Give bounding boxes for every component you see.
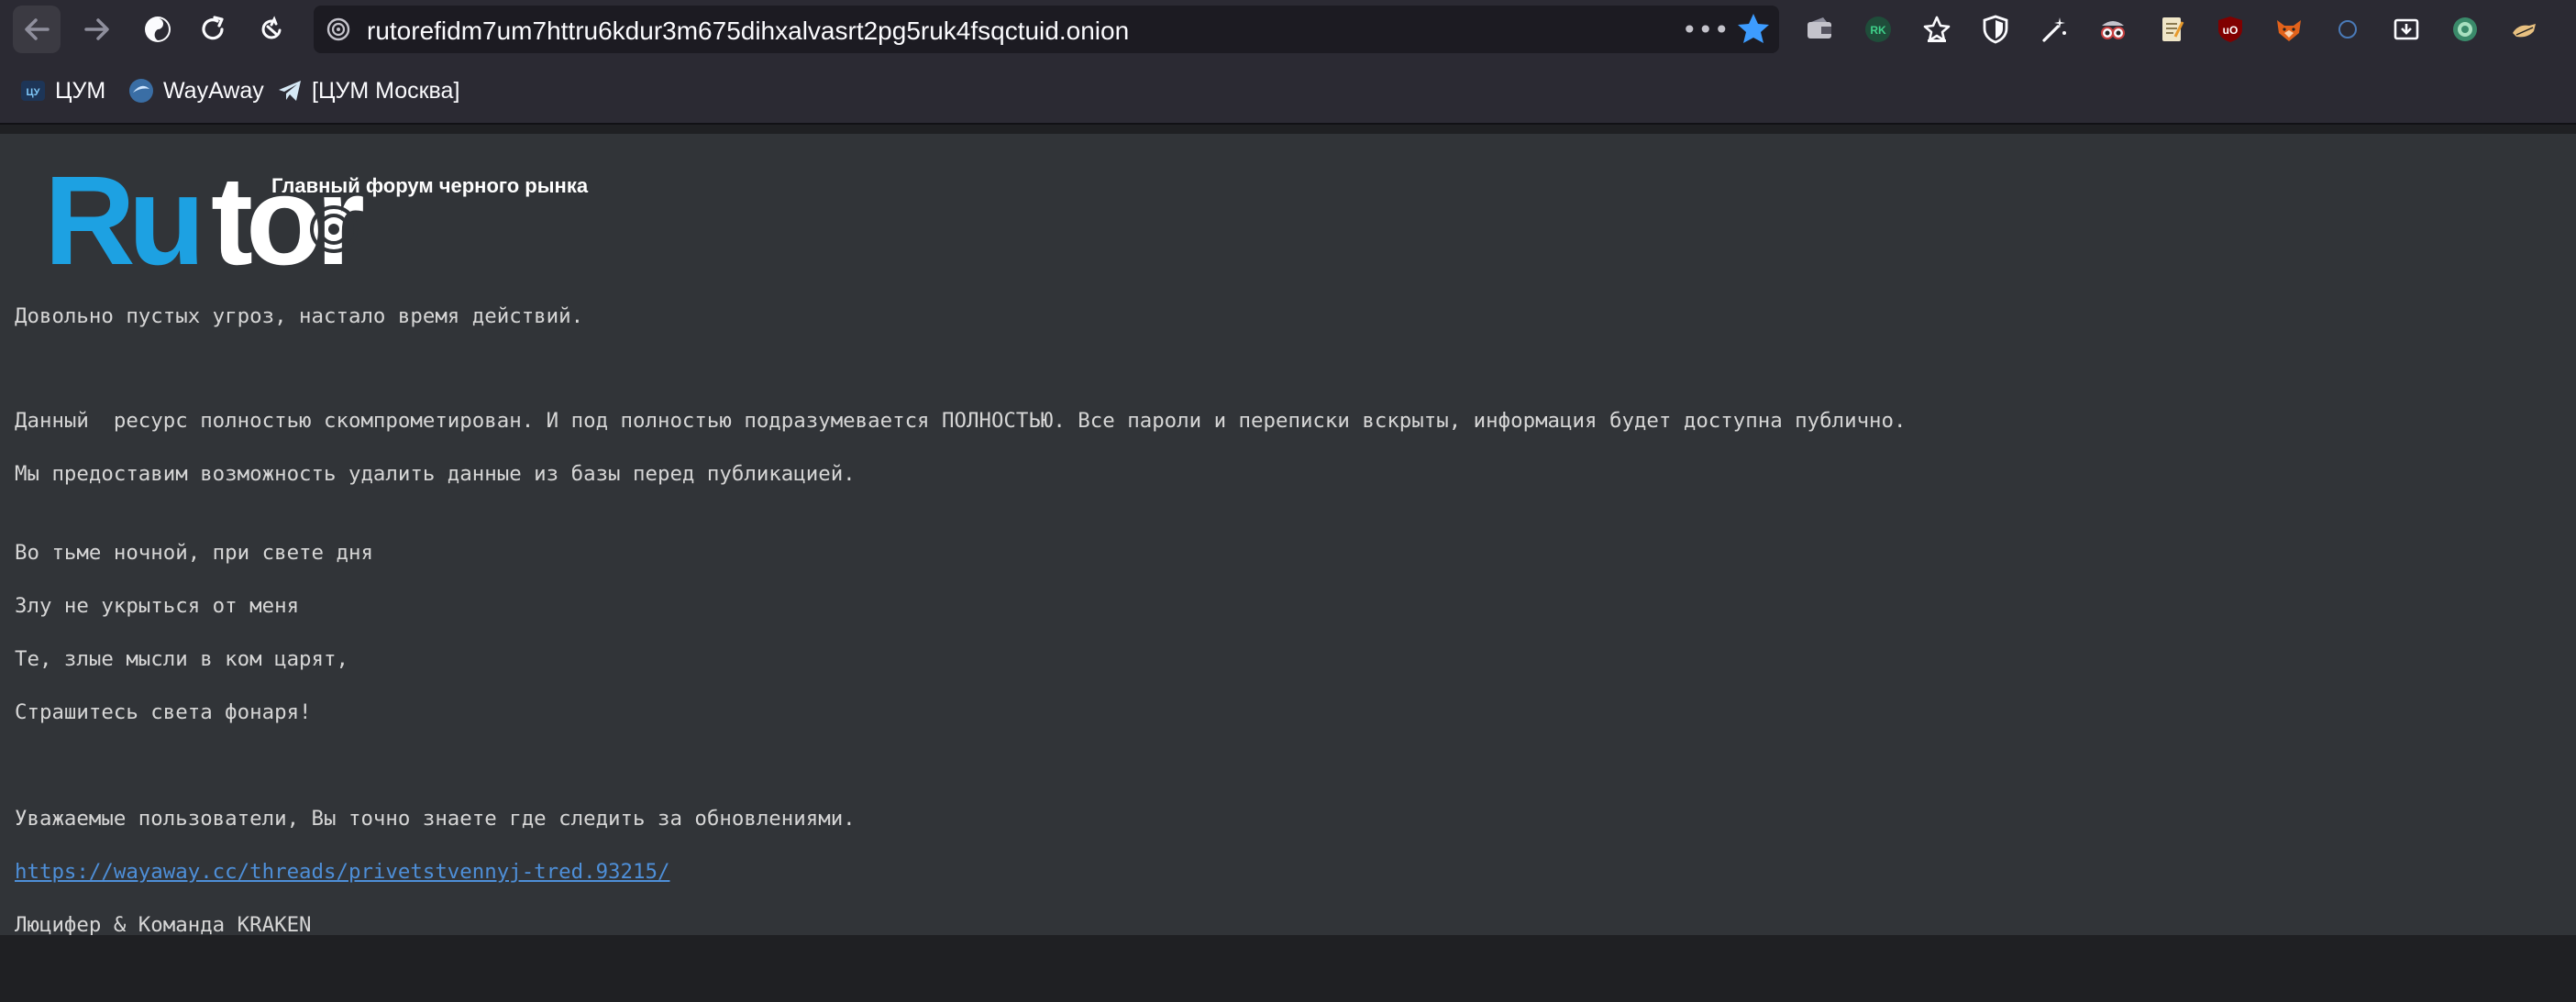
svg-text:uO: uO — [2223, 24, 2239, 37]
bookmark-label: ЦУМ — [55, 77, 106, 104]
wayaway-favicon-icon — [129, 79, 153, 103]
onion-site-icon — [326, 17, 350, 41]
note-icon[interactable] — [2155, 13, 2188, 46]
page-content: Главный форум черного рынка Ru tor Довол… — [0, 134, 2576, 937]
forward-button[interactable] — [73, 6, 121, 53]
shield-icon[interactable] — [1979, 13, 2012, 46]
bookmark-wayaway[interactable]: WayAway — [128, 75, 264, 106]
bookmark-label: WayAway — [163, 77, 264, 104]
poem-line-1: Во тьме ночной, при свете дня — [15, 541, 373, 565]
wallet-icon[interactable] — [1803, 13, 1836, 46]
back-button[interactable] — [13, 6, 61, 53]
bookmark-star-icon[interactable] — [1920, 13, 1953, 46]
arrow-right-icon — [84, 18, 109, 40]
spy-glasses-icon[interactable] — [2096, 13, 2129, 46]
url-text[interactable]: rutorefidm7um7httru6kdur3m675dihxalvasrt… — [367, 17, 1129, 46]
svg-text:ЦУ: ЦУ — [27, 87, 40, 98]
fox-icon[interactable] — [2272, 13, 2305, 46]
download-box-icon[interactable] — [2390, 13, 2423, 46]
hand-icon[interactable] — [2507, 13, 2540, 46]
poem-line-3: Те, злые мысли в ком царят, — [15, 647, 348, 671]
bookmark-tsum-moscow[interactable]: [ЦУМ Москва] — [277, 75, 459, 106]
svg-text:RK: RK — [1870, 24, 1886, 37]
reload-icon — [202, 16, 224, 40]
new-identity-button[interactable] — [248, 6, 295, 53]
headline-text: Довольно пустых угроз, настало время дей… — [15, 304, 584, 328]
poem-line-4: Страшитесь света фонаря! — [15, 700, 312, 724]
tsum-favicon-icon: ЦУ — [21, 81, 45, 101]
compromise-notice-text: Данный ресурс полностью скомпрометирован… — [15, 409, 1907, 433]
rutor-logo: Главный форум черного рынка Ru tor — [44, 154, 589, 268]
logo-target-icon — [310, 205, 358, 253]
page-bottom-area — [0, 935, 2576, 1002]
globe-icon[interactable] — [2449, 13, 2482, 46]
magic-wand-icon[interactable] — [2038, 13, 2071, 46]
bookmark-tsum[interactable]: ЦУ ЦУМ — [20, 75, 105, 106]
page-actions-icon[interactable]: ••• — [1682, 15, 1730, 45]
bookmarks-toolbar: ЦУ ЦУМ WayAway [ЦУМ Москва] — [0, 59, 2576, 125]
poem-line-2: Злу не укрыться от меня — [15, 594, 300, 618]
deletion-offer-text: Мы предоставим возможность удалить данны… — [15, 462, 856, 486]
tor-circuit-button[interactable] — [134, 6, 182, 53]
logo-brand-left: Ru — [44, 154, 198, 268]
circle-icon[interactable] — [2331, 13, 2364, 46]
telegram-icon — [279, 81, 301, 101]
bookmark-star-icon[interactable] — [1735, 11, 1772, 48]
browser-toolbar: rutorefidm7um7httru6kdur3m675dihxalvasrt… — [0, 0, 2576, 59]
address-bar[interactable]: rutorefidm7um7httru6kdur3m675dihxalvasrt… — [314, 6, 1779, 53]
wayaway-thread-link[interactable]: https://wayaway.cc/threads/privetstvenny… — [15, 860, 669, 884]
tor-onion-icon — [145, 17, 171, 42]
new-identity-icon — [261, 16, 282, 39]
signature-text: Люцифер & Команда KRAKEN — [15, 913, 312, 937]
rk-icon[interactable]: RK — [1862, 13, 1895, 46]
bookmark-label: [ЦУМ Москва] — [312, 77, 460, 104]
arrow-left-icon — [25, 18, 50, 40]
users-notice-text: Уважаемые пользователи, Вы точно знаете … — [15, 807, 856, 831]
reload-button[interactable] — [189, 6, 237, 53]
ublock-icon[interactable]: uO — [2214, 13, 2247, 46]
